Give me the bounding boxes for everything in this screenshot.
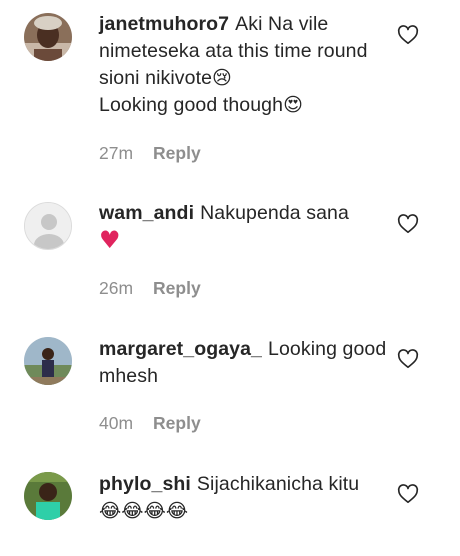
crying-emoji-icon: 😢 <box>212 67 232 89</box>
username[interactable]: phylo_shi <box>99 473 191 495</box>
avatar[interactable] <box>24 202 72 250</box>
timestamp: 40m <box>99 413 134 433</box>
comment-meta: 27m Reply <box>99 143 201 164</box>
reply-button[interactable]: Reply <box>153 278 201 298</box>
heart-eyes-emoji-icon: 😍 <box>283 94 303 116</box>
avatar-photo-green-icon <box>24 472 72 520</box>
avatar[interactable] <box>24 13 72 61</box>
avatar-photo-outdoor-icon <box>24 337 72 385</box>
avatar-photo-person-icon <box>24 13 72 61</box>
default-avatar-icon <box>25 203 71 249</box>
laughing-emoji-icon: 😂😂😂😂 <box>99 500 189 522</box>
comment-text: janetmuhoro7 Aki Na vile nimeteseka ata t… <box>99 13 368 116</box>
like-heart-icon[interactable] <box>397 24 419 46</box>
avatar[interactable] <box>24 472 72 520</box>
red-heart-emoji-icon: ♥ <box>99 226 121 254</box>
username[interactable]: wam_andi <box>99 202 194 224</box>
reply-button[interactable]: Reply <box>153 413 201 433</box>
timestamp: 26m <box>99 278 134 298</box>
reply-button[interactable]: Reply <box>153 143 201 163</box>
avatar[interactable] <box>24 337 72 385</box>
timestamp: 27m <box>99 143 134 163</box>
comment-text: margaret_ogaya_ Looking good mhesh <box>99 338 387 387</box>
like-heart-icon[interactable] <box>397 213 419 235</box>
comment-text: wam_andi Nakupenda sana ♥ <box>99 202 349 254</box>
like-heart-icon[interactable] <box>397 483 419 505</box>
comment-meta: 26m Reply <box>99 278 201 299</box>
username[interactable]: margaret_ogaya_ <box>99 338 262 360</box>
username[interactable]: janetmuhoro7 <box>99 13 229 35</box>
comment-meta: 40m Reply <box>99 413 201 434</box>
comment-text: phylo_shi Sijachikanicha kitu 😂😂😂😂 <box>99 473 360 522</box>
like-heart-icon[interactable] <box>397 348 419 370</box>
